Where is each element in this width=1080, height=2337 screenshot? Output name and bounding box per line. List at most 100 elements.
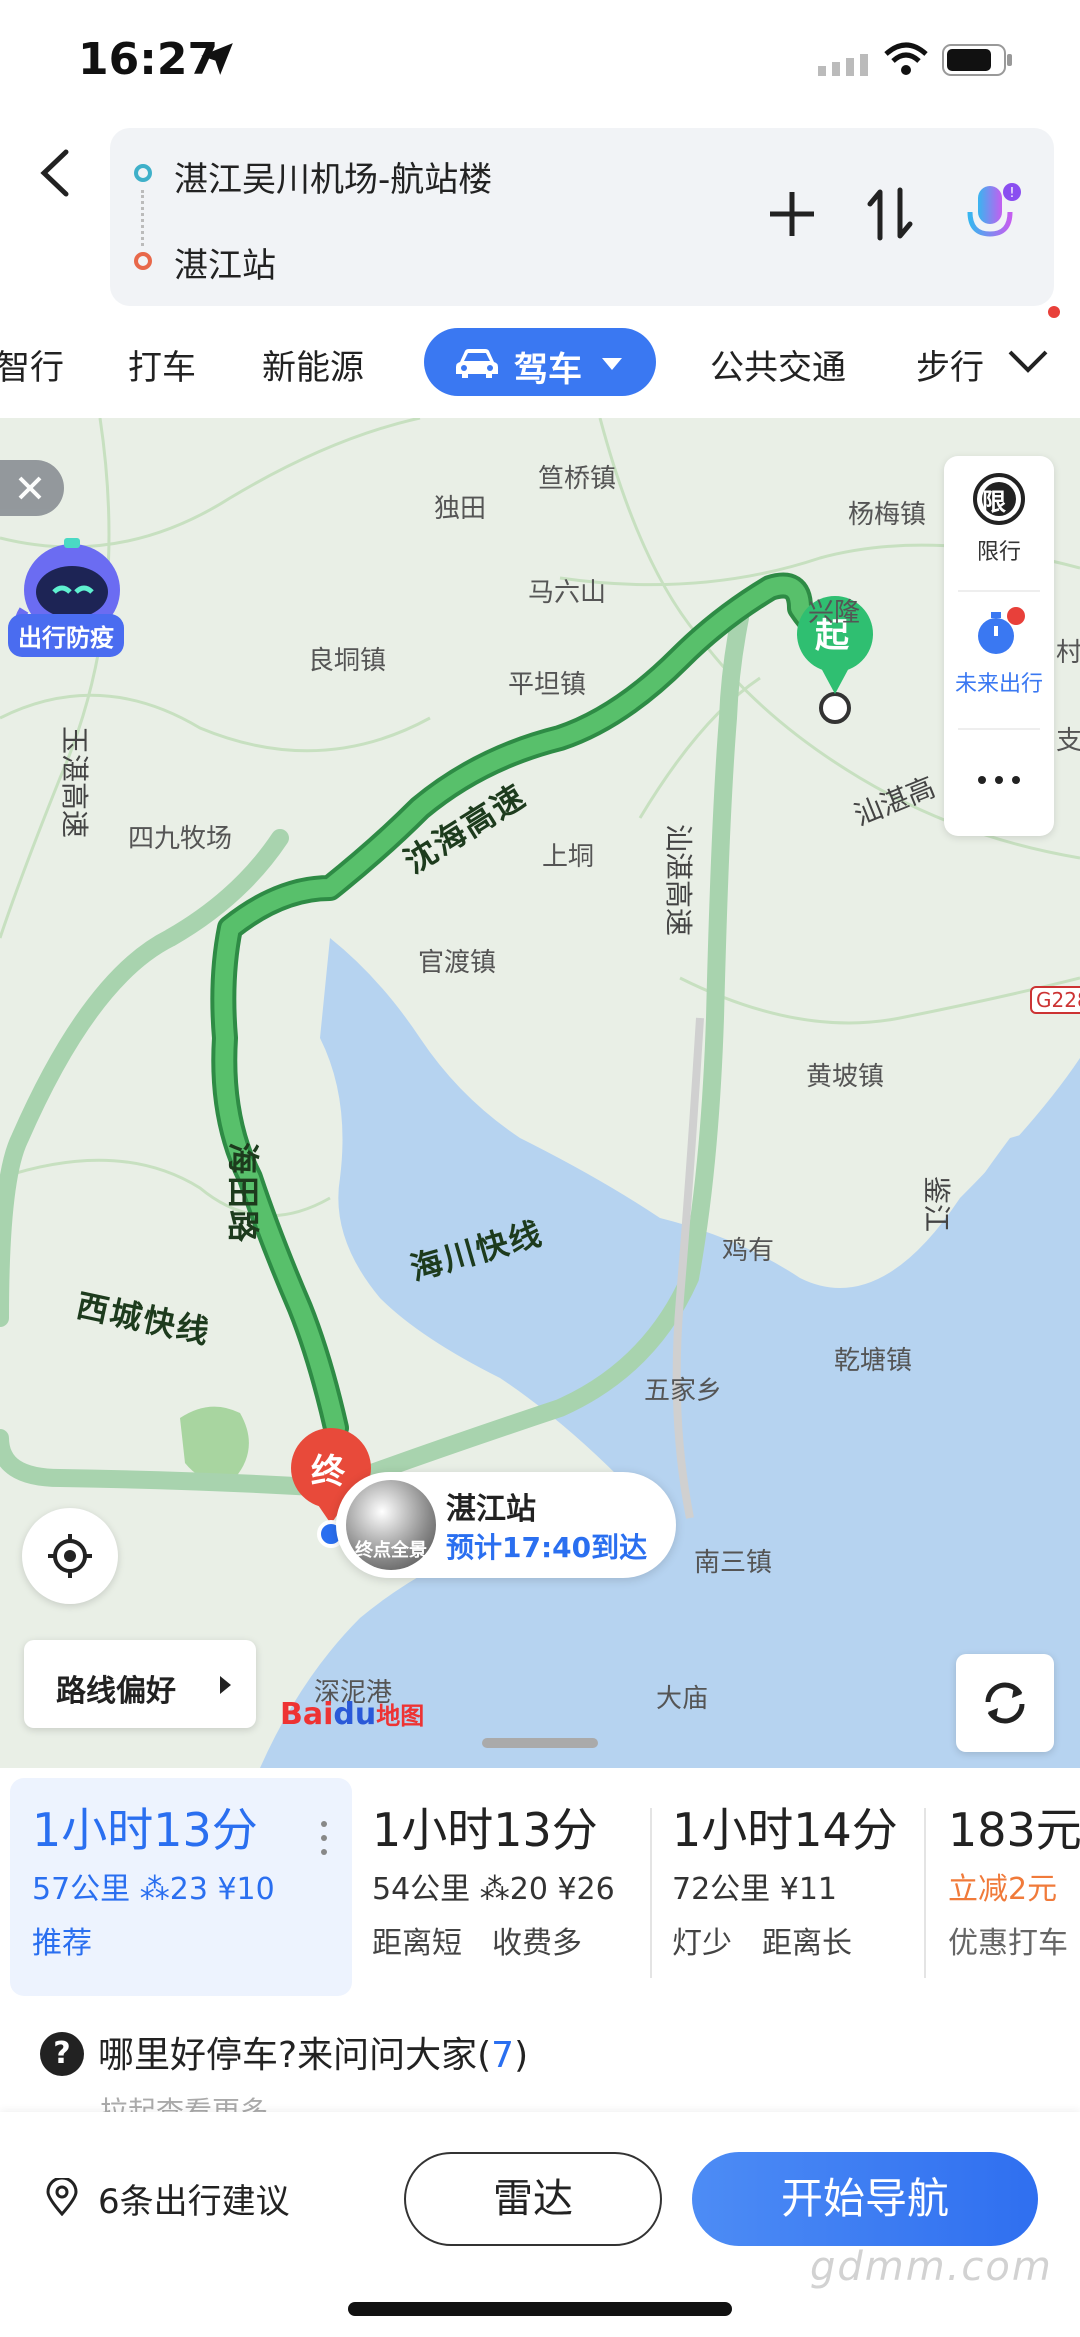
place-label: 支 xyxy=(1056,726,1080,756)
travel-tips-link[interactable]: 6条出行建议 xyxy=(98,2174,290,2223)
place-label: 鸡有 xyxy=(722,1236,775,1266)
travel-mode-tabs: 智行 打车 新能源 驾车 公共交通 步行 xyxy=(0,322,1080,402)
road-label: 玉湛高速 xyxy=(58,726,91,839)
swap-route-button[interactable] xyxy=(862,184,918,244)
home-indicator[interactable] xyxy=(348,2302,732,2316)
restriction-icon-text: 限 xyxy=(982,488,1006,516)
close-banner-button[interactable] xyxy=(0,460,64,516)
crosshair-icon xyxy=(48,1534,92,1578)
divider xyxy=(958,728,1040,730)
origin-dot-icon xyxy=(134,164,152,182)
refresh-route-button[interactable] xyxy=(956,1654,1054,1752)
back-button[interactable] xyxy=(34,148,78,198)
refresh-icon xyxy=(985,1682,1025,1724)
location-pin-icon xyxy=(46,2178,78,2216)
place-label: 马六山 xyxy=(528,578,607,608)
more-icon[interactable] xyxy=(320,1818,328,1858)
route-connector xyxy=(141,190,145,246)
watermark: gdmm.com xyxy=(810,2244,1053,2290)
place-label: 平坦镇 xyxy=(508,670,587,700)
highway-shield: G228 xyxy=(1030,986,1080,1014)
baidu-map-logo: Baidu地图 xyxy=(280,1697,425,1732)
route-duration: 1小时13分 xyxy=(32,1803,258,1857)
place-label: 五家乡 xyxy=(644,1376,723,1406)
destination-panorama-thumb[interactable]: 终点全景 xyxy=(346,1480,436,1570)
divider xyxy=(924,1808,926,1978)
route-input-box: 湛江吴川机场-航站楼 湛江站 ! xyxy=(110,128,1054,306)
origin-field[interactable]: 湛江吴川机场-航站楼 xyxy=(174,152,492,201)
battery-icon xyxy=(942,44,1012,76)
tab-new-energy[interactable]: 新能源 xyxy=(262,340,364,389)
tab-smart[interactable]: 智行 xyxy=(0,340,64,389)
panorama-label: 终点全景 xyxy=(355,1540,427,1561)
map-view[interactable]: 起 终 笪桥镇 杨梅镇 独田 马六山 良垌镇 平坦镇 四九牧场 上垌 官渡镇 黄… xyxy=(0,418,1080,1768)
destination-name: 湛江站 xyxy=(446,1492,536,1527)
wifi-icon xyxy=(884,42,928,75)
place-label: 笪桥镇 xyxy=(538,464,617,494)
voice-input-button[interactable]: ! xyxy=(960,180,1024,250)
route-preference-label: 路线偏好 xyxy=(56,1674,176,1709)
place-label: 四九牧场 xyxy=(128,824,233,854)
sheet-drag-handle[interactable] xyxy=(482,1738,598,1748)
tab-drive[interactable]: 驾车 xyxy=(424,328,656,396)
future-travel-button[interactable]: 未来出行 xyxy=(944,592,1054,722)
anti-epidemic-label[interactable]: 出行防疫 xyxy=(8,614,124,657)
taxi-tag: 优惠打车 xyxy=(948,1926,1068,1961)
place-label: 兴隆 xyxy=(808,598,861,628)
my-location-button[interactable] xyxy=(22,1508,118,1604)
road-label: 海田路 xyxy=(224,1142,262,1245)
place-label: 官渡镇 xyxy=(418,948,497,978)
end-marker-label: 终 xyxy=(311,1452,345,1492)
taxi-option[interactable]: 183元 立减2元 优惠打车 xyxy=(934,1778,1080,1996)
stopwatch-icon xyxy=(978,607,1025,654)
divider xyxy=(650,1808,652,1978)
route-preference-button[interactable]: 路线偏好 xyxy=(24,1640,256,1728)
place-label: 乾塘镇 xyxy=(834,1346,913,1376)
expand-modes-chevron-icon[interactable] xyxy=(1006,346,1050,376)
place-label: 独田 xyxy=(434,494,487,524)
destination-field[interactable]: 湛江站 xyxy=(174,238,276,287)
tab-public-transit[interactable]: 公共交通 xyxy=(710,340,846,389)
add-waypoint-button[interactable] xyxy=(764,186,820,242)
destination-eta: 预计17:40到达 xyxy=(446,1531,648,1564)
route-tags: 距离短 收费多 xyxy=(372,1926,582,1961)
route-details: 57公里 ⁂23 ¥10 xyxy=(32,1872,275,1907)
route-details: 72公里 ¥11 xyxy=(672,1872,837,1907)
future-travel-label: 未来出行 xyxy=(954,672,1043,697)
taxi-discount: 立减2元 xyxy=(948,1872,1058,1907)
route-duration: 1小时13分 xyxy=(372,1803,598,1857)
radar-button[interactable]: 雷达 xyxy=(404,2152,662,2246)
map-tools-panel: 限 限行 未来出行 xyxy=(944,456,1054,836)
route-tag: 推荐 xyxy=(32,1926,92,1961)
location-arrow-icon xyxy=(201,43,233,75)
start-navigation-button[interactable]: 开始导航 xyxy=(692,2152,1038,2246)
route-option-3[interactable]: 1小时14分 72公里 ¥11 灯少 距离长 xyxy=(664,1778,914,1996)
route-option-2[interactable]: 1小时13分 54公里 ⁂20 ¥26 距离短 收费多 xyxy=(362,1778,652,1996)
road-label: 汕湛高速 xyxy=(662,823,695,936)
place-label: 黄坡镇 xyxy=(806,1062,885,1092)
traffic-light-icon: ⁂ xyxy=(479,1872,510,1907)
parking-question-link[interactable]: 哪里好停车?来问问大家(7) xyxy=(98,2026,528,2078)
more-options-icon[interactable] xyxy=(976,774,1022,786)
tab-taxi[interactable]: 打车 xyxy=(128,340,196,389)
route-duration: 1小时14分 xyxy=(672,1803,898,1857)
route-details: 54公里 ⁂20 ¥26 xyxy=(372,1872,615,1907)
taxi-price: 183元 xyxy=(948,1803,1080,1857)
chevron-right-icon xyxy=(220,1676,231,1694)
place-label: 南三镇 xyxy=(694,1548,773,1578)
tab-walk[interactable]: 步行 xyxy=(916,340,986,389)
close-icon xyxy=(18,476,42,500)
restriction-label: 限行 xyxy=(976,540,1021,565)
cellular-signal-icon xyxy=(818,54,868,76)
traffic-light-icon: ⁂ xyxy=(139,1872,170,1907)
route-tags: 灯少 距离长 xyxy=(672,1926,852,1961)
question-icon: ? xyxy=(40,2032,84,2076)
chevron-down-icon xyxy=(602,358,622,370)
place-label: 杨梅镇 xyxy=(848,500,927,530)
place-label: 大庙 xyxy=(656,1684,709,1714)
destination-card[interactable]: 终点全景 湛江站 预计17:40到达 xyxy=(336,1472,676,1578)
notification-dot xyxy=(1048,306,1060,318)
destination-dot-icon xyxy=(134,252,152,270)
route-option-1[interactable]: 1小时13分 57公里 ⁂23 ¥10 推荐 xyxy=(10,1778,352,1996)
traffic-restriction-button[interactable]: 限 限行 xyxy=(944,456,1054,586)
